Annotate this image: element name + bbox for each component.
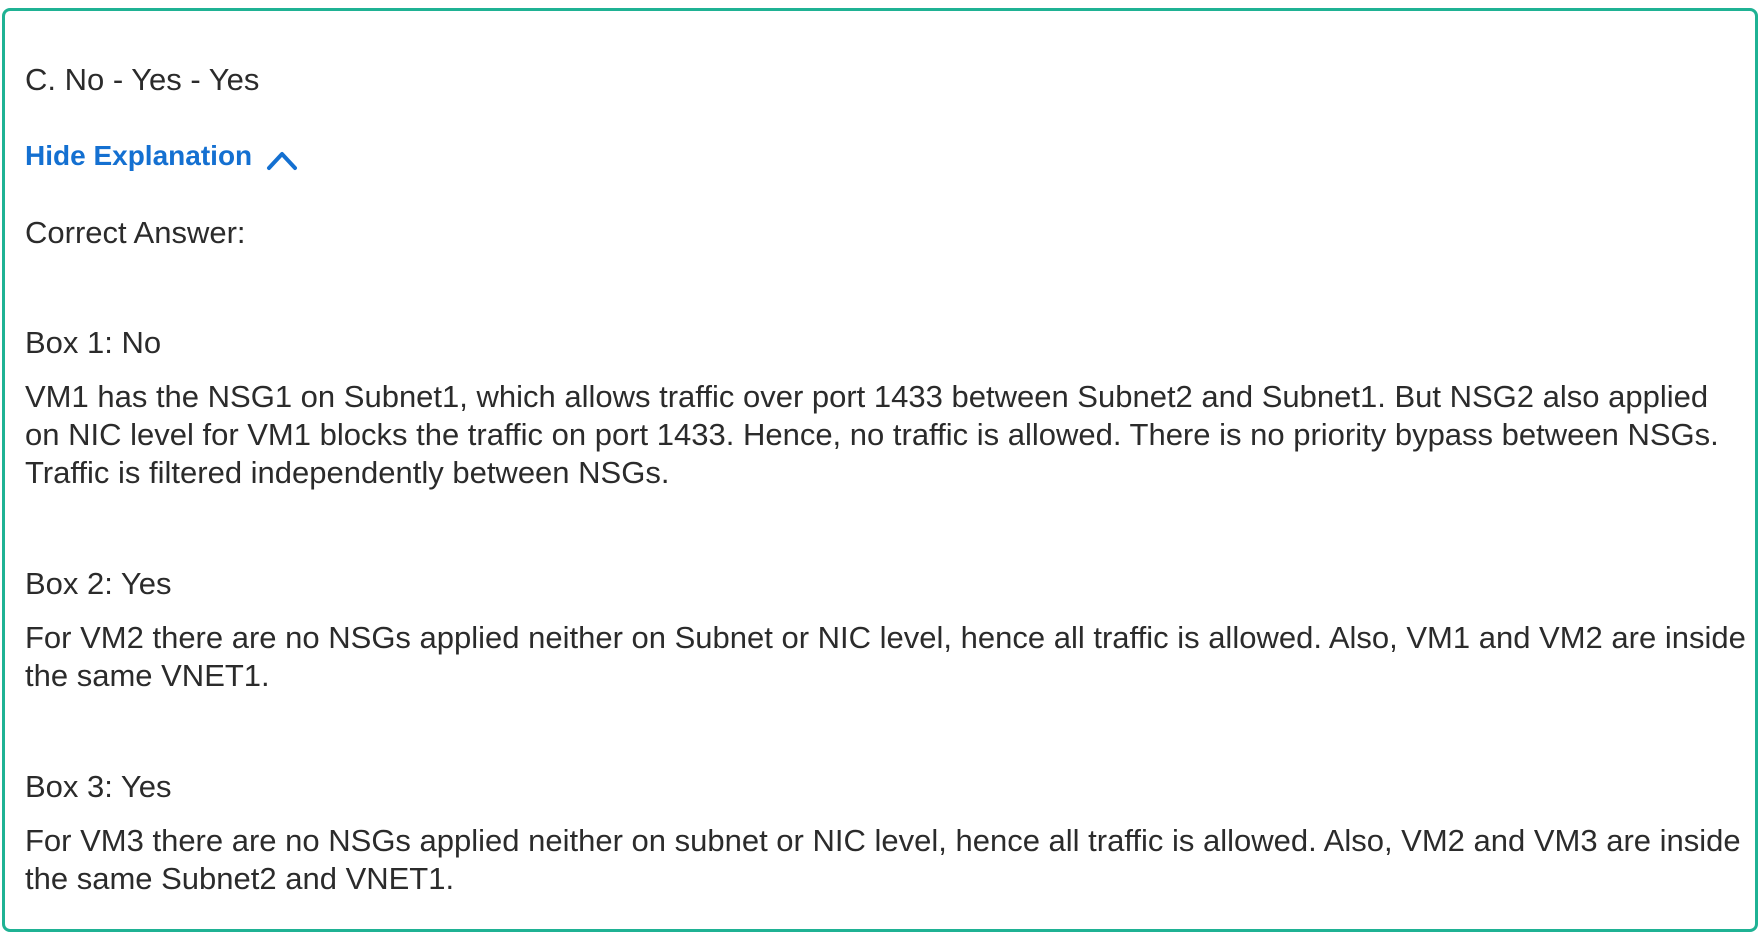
answer-option-text: C. No - Yes - Yes	[25, 62, 260, 97]
chevron-up-icon	[266, 145, 298, 170]
explanation-card: C. No - Yes - Yes Hide Explanation Corre…	[2, 8, 1758, 932]
box-3-title: Box 3: Yes	[25, 769, 172, 804]
box-2-title: Box 2: Yes	[25, 566, 172, 601]
box-1-title: Box 1: No	[25, 325, 162, 360]
box-1-explanation: VM1 has the NSG1 on Subnet1, which allow…	[25, 379, 1719, 490]
correct-answer-label: Correct Answer:	[25, 215, 246, 250]
box-2-explanation: For VM2 there are no NSGs applied neithe…	[25, 620, 1746, 693]
hide-explanation-button[interactable]: Hide Explanation	[25, 139, 298, 173]
box-3-explanation: For VM3 there are no NSGs applied neithe…	[25, 823, 1741, 896]
hide-explanation-label: Hide Explanation	[25, 140, 253, 171]
